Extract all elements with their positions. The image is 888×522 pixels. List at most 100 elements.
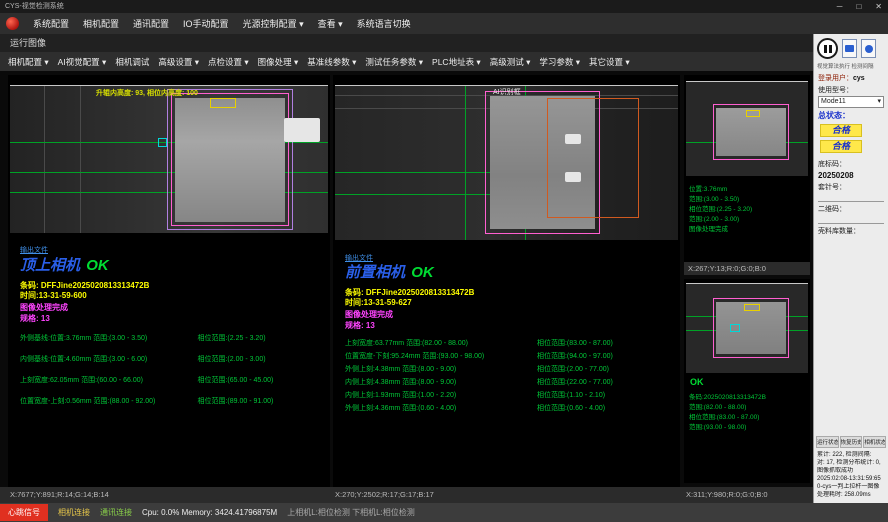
camera-result-title: 前置相机 OK [345,261,434,282]
camera-panel-top: 升辊内高度: 93, 相位内高度: 100 输出文件 顶上相机 OK 条码: D… [8,75,330,487]
camera-result-title: 顶上相机 OK [20,254,109,275]
measure-value: 上刻宽度:62.05mm 范围:(60.00 - 66.00) [20,375,197,385]
pixel-coordinate-readout: X:270;Y:2502;R:17;G:17;B:17 [335,487,434,503]
capture-button[interactable] [842,39,857,58]
pause-icon [824,45,827,53]
camera-panel-aux-1: 位置:3.76mm 范围:(3.00 - 3.50) 相位范围:(2.25 - … [684,75,810,275]
bright-spot [565,134,581,144]
toolbar-test-task-params[interactable]: 测试任务参数 ▾ [365,56,423,68]
roi-outline-pink [171,93,289,226]
pixel-coordinate-readout: X:311;Y:980;R:0;G:0;B:0 [686,487,768,503]
toolbar-learning-params[interactable]: 学习参数 ▾ [539,56,580,68]
toolbar-advanced-settings[interactable]: 高级设置 ▾ [158,56,199,68]
marker-yellow [744,304,760,311]
menu-item-system-config[interactable]: 系统配置 [33,17,69,30]
toolbar-advanced-test[interactable]: 高级测试 ▾ [490,56,531,68]
measure-value: 外侧基线:位置:3.76mm 范围:(3.00 - 3.50) [20,333,197,343]
menu-item-light-control[interactable]: 光源控制配置 ▾ [243,17,304,30]
time-line: 时间:13-31-59-627 [345,297,412,308]
camera-name: 前置相机 [345,264,405,281]
title-bar: CYS-视觉检测系统 ─ □ ✕ [0,0,888,13]
structure-line [80,86,81,233]
tab-history[interactable]: 恢复历史 [840,436,863,448]
stat-line: 0-cys一判上拉杆一图像 [817,483,885,491]
result-ok-badge: OK [86,257,109,274]
stock-row: 壳料库数量： [814,224,888,236]
phase-range: 相位范围:(83.00 - 87.00) [537,338,676,348]
measurement-row: 内侧基线:位置:4.60mm 范围:(3.00 - 6.00) 相位范围:(2.… [20,354,326,364]
camera-image-front[interactable]: AI识别框 [335,85,678,240]
needle-input[interactable] [818,193,884,202]
process-status-line: 图像处理完成 [20,302,68,313]
login-user-row: 登录用户：cys [814,71,888,83]
camera-icon [845,45,854,52]
pixel-coordinate-readout: X:267;Y:13;R:0;G:0;B:0 [684,262,810,275]
measure-value: 外侧上刻:4.38mm 范围:(8.00 - 9.00) [345,364,537,374]
measure-line-text: 范围:(2.00 - 3.00) [689,213,739,223]
ai-detect-box [547,98,639,218]
phase-range: 相位范围:(22.00 - 77.00) [537,377,676,387]
needle-label: 套针号： [818,184,846,191]
marker-cyan [158,138,167,147]
toolbar-spotcheck-settings[interactable]: 点检设置 ▾ [208,56,249,68]
measure-value: 内侧上刻:1.93mm 范围:(1.00 - 2.20) [345,390,537,400]
bright-spot [565,172,581,182]
sidebar-spacer [814,236,888,436]
overlay-measure-label: 升辊内高度: 93, 相位内高度: 100 [96,88,198,98]
measurement-row: 位置宽度-下刻:95.24mm 范围:(93.00 - 98.00) 相位范围:… [345,351,676,361]
measure-value: 上刻宽度:63.77mm 范围:(82.00 - 88.00) [345,338,537,348]
batch-code-label: 底标码： [818,161,846,168]
measurement-row: 位置宽度-上刻:0.56mm 范围:(88.00 - 92.00) 相位范围:(… [20,396,326,406]
toolbar-baseline-params[interactable]: 基准线参数 ▾ [307,56,356,68]
menu-item-comm-config[interactable]: 通讯配置 [133,17,169,30]
process-status-line: 图像处理完成 [345,309,393,320]
minimize-icon[interactable]: ─ [833,0,847,13]
marker-cyan [730,324,740,332]
maximize-icon[interactable]: □ [852,0,865,13]
stat-line: 图像抓取成功 [817,467,885,475]
stock-label: 壳料库数量： [818,228,860,235]
menu-item-io-manual[interactable]: IO手动配置 [183,17,229,30]
monitor-button[interactable] [861,39,876,58]
menu-item-language-switch[interactable]: 系统语言切换 [357,17,411,30]
camera-image-aux-1[interactable] [686,81,808,176]
menu-bar: 系统配置 相机配置 通讯配置 IO手动配置 光源控制配置 ▾ 查看 ▾ 系统语言… [0,13,888,34]
model-label: 使用型号： [818,87,853,94]
toolbar-ai-vision-config[interactable]: AI视觉配置 ▾ [58,56,107,68]
menu-item-camera-config[interactable]: 相机配置 [83,17,119,30]
tab-run-status[interactable]: 运行状态 [816,436,839,448]
result-ok-badge: OK [411,264,434,281]
app-logo-icon [6,17,19,30]
tab-run-image[interactable]: 运行图像 [10,38,46,48]
model-row: 使用型号： [814,83,888,95]
toolbar-other-settings[interactable]: 其它设置 ▾ [589,56,630,68]
camera-image-top[interactable]: 升辊内高度: 93, 相位内高度: 100 [10,85,328,233]
measure-line-text: 条码:2025020813313472B [689,391,766,401]
close-icon[interactable]: ✕ [871,0,886,13]
status-badge: 合格 [820,140,862,153]
model-select[interactable]: Mode11 ▾ [818,96,884,108]
right-sidebar: 视觉算法执行 检测间隔 登录用户：cys 使用型号： Mode11 ▾ 总状态：… [813,34,888,503]
pause-button[interactable] [817,38,838,59]
toolbar-camera-debug[interactable]: 相机调试 [115,56,149,68]
camera-image-aux-2[interactable] [686,283,808,373]
phase-range: 相位范围:(1.10 - 2.10) [537,390,676,400]
menu-item-view[interactable]: 查看 ▾ [318,17,343,30]
measurement-row: 上刻宽度:62.05mm 范围:(60.00 - 66.00) 相位范围:(65… [20,375,326,385]
toolbar-image-processing[interactable]: 图像处理 ▾ [258,56,299,68]
qr-input[interactable] [818,215,884,224]
cpu-memory-readout: Cpu: 0.0% Memory: 3424.41796875M [142,508,277,517]
algo-status-line: 视觉算法执行 检测间隔 [814,61,888,71]
batch-code-value-row: 20250208 [814,169,888,180]
measure-value: 位置宽度-下刻:95.24mm 范围:(93.00 - 98.00) [345,351,537,361]
toolbar-plc-address-table[interactable]: PLC地址表 ▾ [432,56,481,68]
tab-camera-status[interactable]: 相机状态 [863,436,886,448]
measure-value: 内侧基线:位置:4.60mm 范围:(3.00 - 6.00) [20,354,197,364]
sidebar-tabs: 运行状态 恢复历史 相机状态 [814,436,888,449]
phase-range: 相位范围:(2.25 - 3.20) [197,333,326,343]
toolbar-camera-config[interactable]: 相机配置 ▾ [8,56,49,68]
measure-line-text: 相位范围:(2.25 - 3.20) [689,203,752,213]
toolbar: 相机配置 ▾ AI视觉配置 ▾ 相机调试 高级设置 ▾ 点检设置 ▾ 图像处理 … [0,52,813,71]
camera-link-status: 相机连接 [58,507,90,518]
measure-value: 位置宽度-上刻:0.56mm 范围:(88.00 - 92.00) [20,396,197,406]
